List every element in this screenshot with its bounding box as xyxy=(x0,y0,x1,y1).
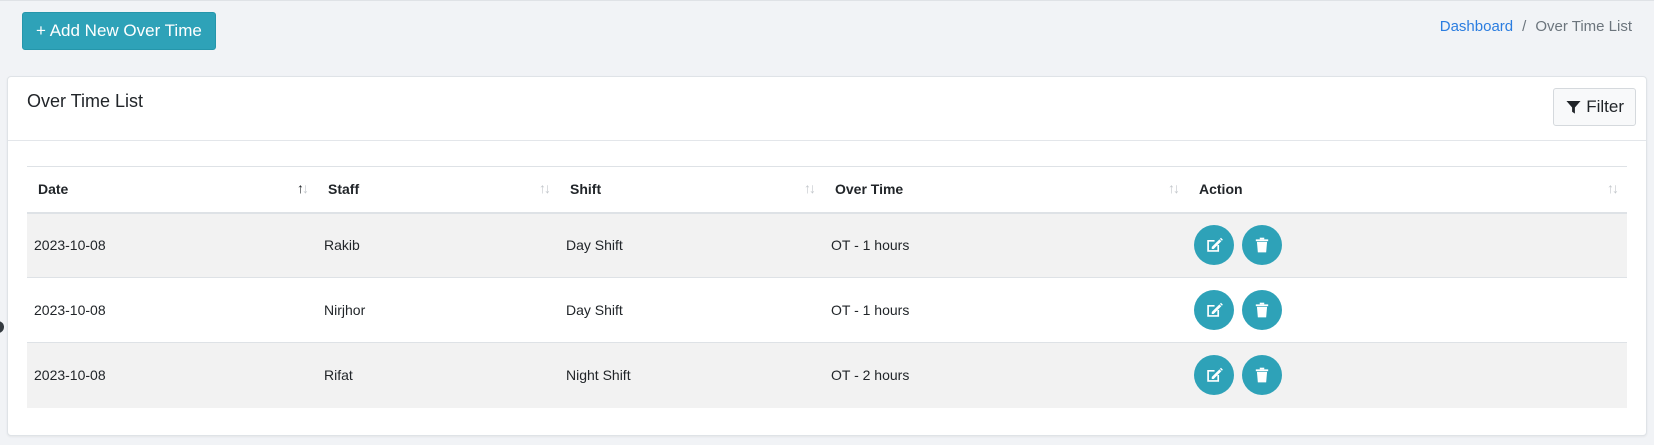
filter-button[interactable]: Filter xyxy=(1553,88,1636,126)
column-header-action[interactable]: Action ↑↓ xyxy=(1188,167,1627,213)
sidebar-toggle-handle[interactable] xyxy=(0,321,4,333)
sort-arrows-icon[interactable]: ↑↓ xyxy=(539,180,551,196)
table-row: 2023-10-08 Rifat Night Shift OT - 2 hours xyxy=(27,342,1627,408)
cell-overtime: OT - 1 hours xyxy=(831,237,910,254)
column-header-label: Shift xyxy=(570,181,602,198)
page: + Add New Over Time Dashboard / Over Time … xyxy=(0,0,1654,445)
trash-icon xyxy=(1253,366,1271,384)
edit-icon xyxy=(1205,301,1223,319)
filter-icon xyxy=(1566,100,1581,114)
card-header: Over Time List Filter xyxy=(8,77,1646,141)
cell-staff: Rifat xyxy=(324,367,353,384)
edit-button[interactable] xyxy=(1194,290,1234,330)
cell-shift: Day Shift xyxy=(566,302,623,318)
column-header-label: Action xyxy=(1199,181,1243,198)
cell-action xyxy=(1188,278,1627,343)
column-header-staff[interactable]: Staff ↑↓ xyxy=(317,167,559,213)
cell-overtime: OT - 2 hours xyxy=(831,367,910,384)
cell-shift: Night Shift xyxy=(566,367,631,384)
sort-arrows-icon[interactable]: ↑↓ xyxy=(804,180,816,196)
delete-button[interactable] xyxy=(1242,290,1282,330)
sort-arrows-icon[interactable]: ↑↓ xyxy=(297,180,309,196)
cell-date: 2023-10-08 xyxy=(34,367,106,384)
sort-arrows-icon[interactable]: ↑↓ xyxy=(1168,180,1180,196)
breadcrumb-current: Over Time List xyxy=(1535,18,1632,35)
breadcrumb: Dashboard / Over Time List xyxy=(1440,18,1632,36)
cell-date: 2023-10-08 xyxy=(34,237,106,254)
sort-down-icon: ↓ xyxy=(1612,180,1619,196)
cell-date: 2023-10-08 xyxy=(34,302,106,318)
trash-icon xyxy=(1253,301,1271,319)
card-title: Over Time List xyxy=(27,91,144,111)
filter-button-label: Filter xyxy=(1586,97,1624,116)
table-body: 2023-10-08 Rakib Day Shift OT - 1 hours 2023… xyxy=(27,212,1627,408)
table-row: 2023-10-08 Nirjhor Day Shift OT - 1 hours xyxy=(27,278,1627,343)
cell-action xyxy=(1188,343,1627,408)
cell-overtime: OT - 1 hours xyxy=(831,302,910,318)
table-header-row: Date ↑↓ Staff ↑↓ Shift ↑↓ Over Time ↑↓ Action ↑↓ xyxy=(27,166,1627,213)
edit-icon xyxy=(1205,366,1223,384)
edit-button[interactable] xyxy=(1194,355,1234,396)
column-header-overtime[interactable]: Over Time ↑↓ xyxy=(824,167,1188,213)
overtime-list-card: Over Time List Filter Date ↑↓ Staff ↑↓ Shift… xyxy=(7,76,1647,436)
delete-button[interactable] xyxy=(1242,355,1282,396)
edit-button[interactable] xyxy=(1194,225,1234,266)
breadcrumb-dashboard-link[interactable]: Dashboard xyxy=(1440,18,1513,35)
column-header-label: Staff xyxy=(328,181,360,198)
sort-down-icon: ↓ xyxy=(544,180,551,196)
sort-arrows-icon[interactable]: ↑↓ xyxy=(1607,180,1619,196)
cell-staff: Nirjhor xyxy=(324,302,366,318)
trash-icon xyxy=(1253,236,1271,254)
sort-down-icon: ↓ xyxy=(302,180,309,196)
add-new-overtime-button[interactable]: + Add New Over Time xyxy=(22,12,216,50)
overtime-table-wrapper: Date ↑↓ Staff ↑↓ Shift ↑↓ Over Time ↑↓ Action ↑↓ … xyxy=(27,166,1627,408)
table-row: 2023-10-08 Rakib Day Shift OT - 1 hours xyxy=(27,212,1627,278)
column-header-date[interactable]: Date ↑↓ xyxy=(27,167,317,213)
sort-down-icon: ↓ xyxy=(809,180,816,196)
sort-down-icon: ↓ xyxy=(1173,180,1180,196)
cell-action xyxy=(1188,213,1627,278)
cell-shift: Day Shift xyxy=(566,237,623,254)
cell-staff: Rakib xyxy=(324,237,360,254)
edit-icon xyxy=(1205,236,1223,254)
column-header-label: Date xyxy=(38,181,69,198)
column-header-label: Over Time xyxy=(835,181,904,198)
delete-button[interactable] xyxy=(1242,225,1282,266)
breadcrumb-separator: / xyxy=(1522,18,1527,35)
overtime-table: Date ↑↓ Staff ↑↓ Shift ↑↓ Over Time ↑↓ Action ↑↓ … xyxy=(27,166,1627,408)
column-header-shift[interactable]: Shift ↑↓ xyxy=(559,167,824,213)
